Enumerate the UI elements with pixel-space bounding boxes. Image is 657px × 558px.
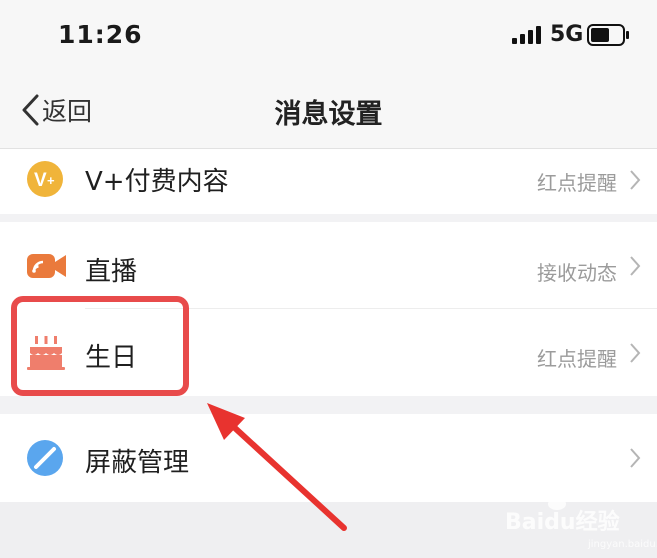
watermark-url: jingyan.baidu.com — [588, 539, 657, 550]
annotation-arrow — [207, 403, 347, 531]
watermark: Baidu经验 — [505, 510, 620, 535]
